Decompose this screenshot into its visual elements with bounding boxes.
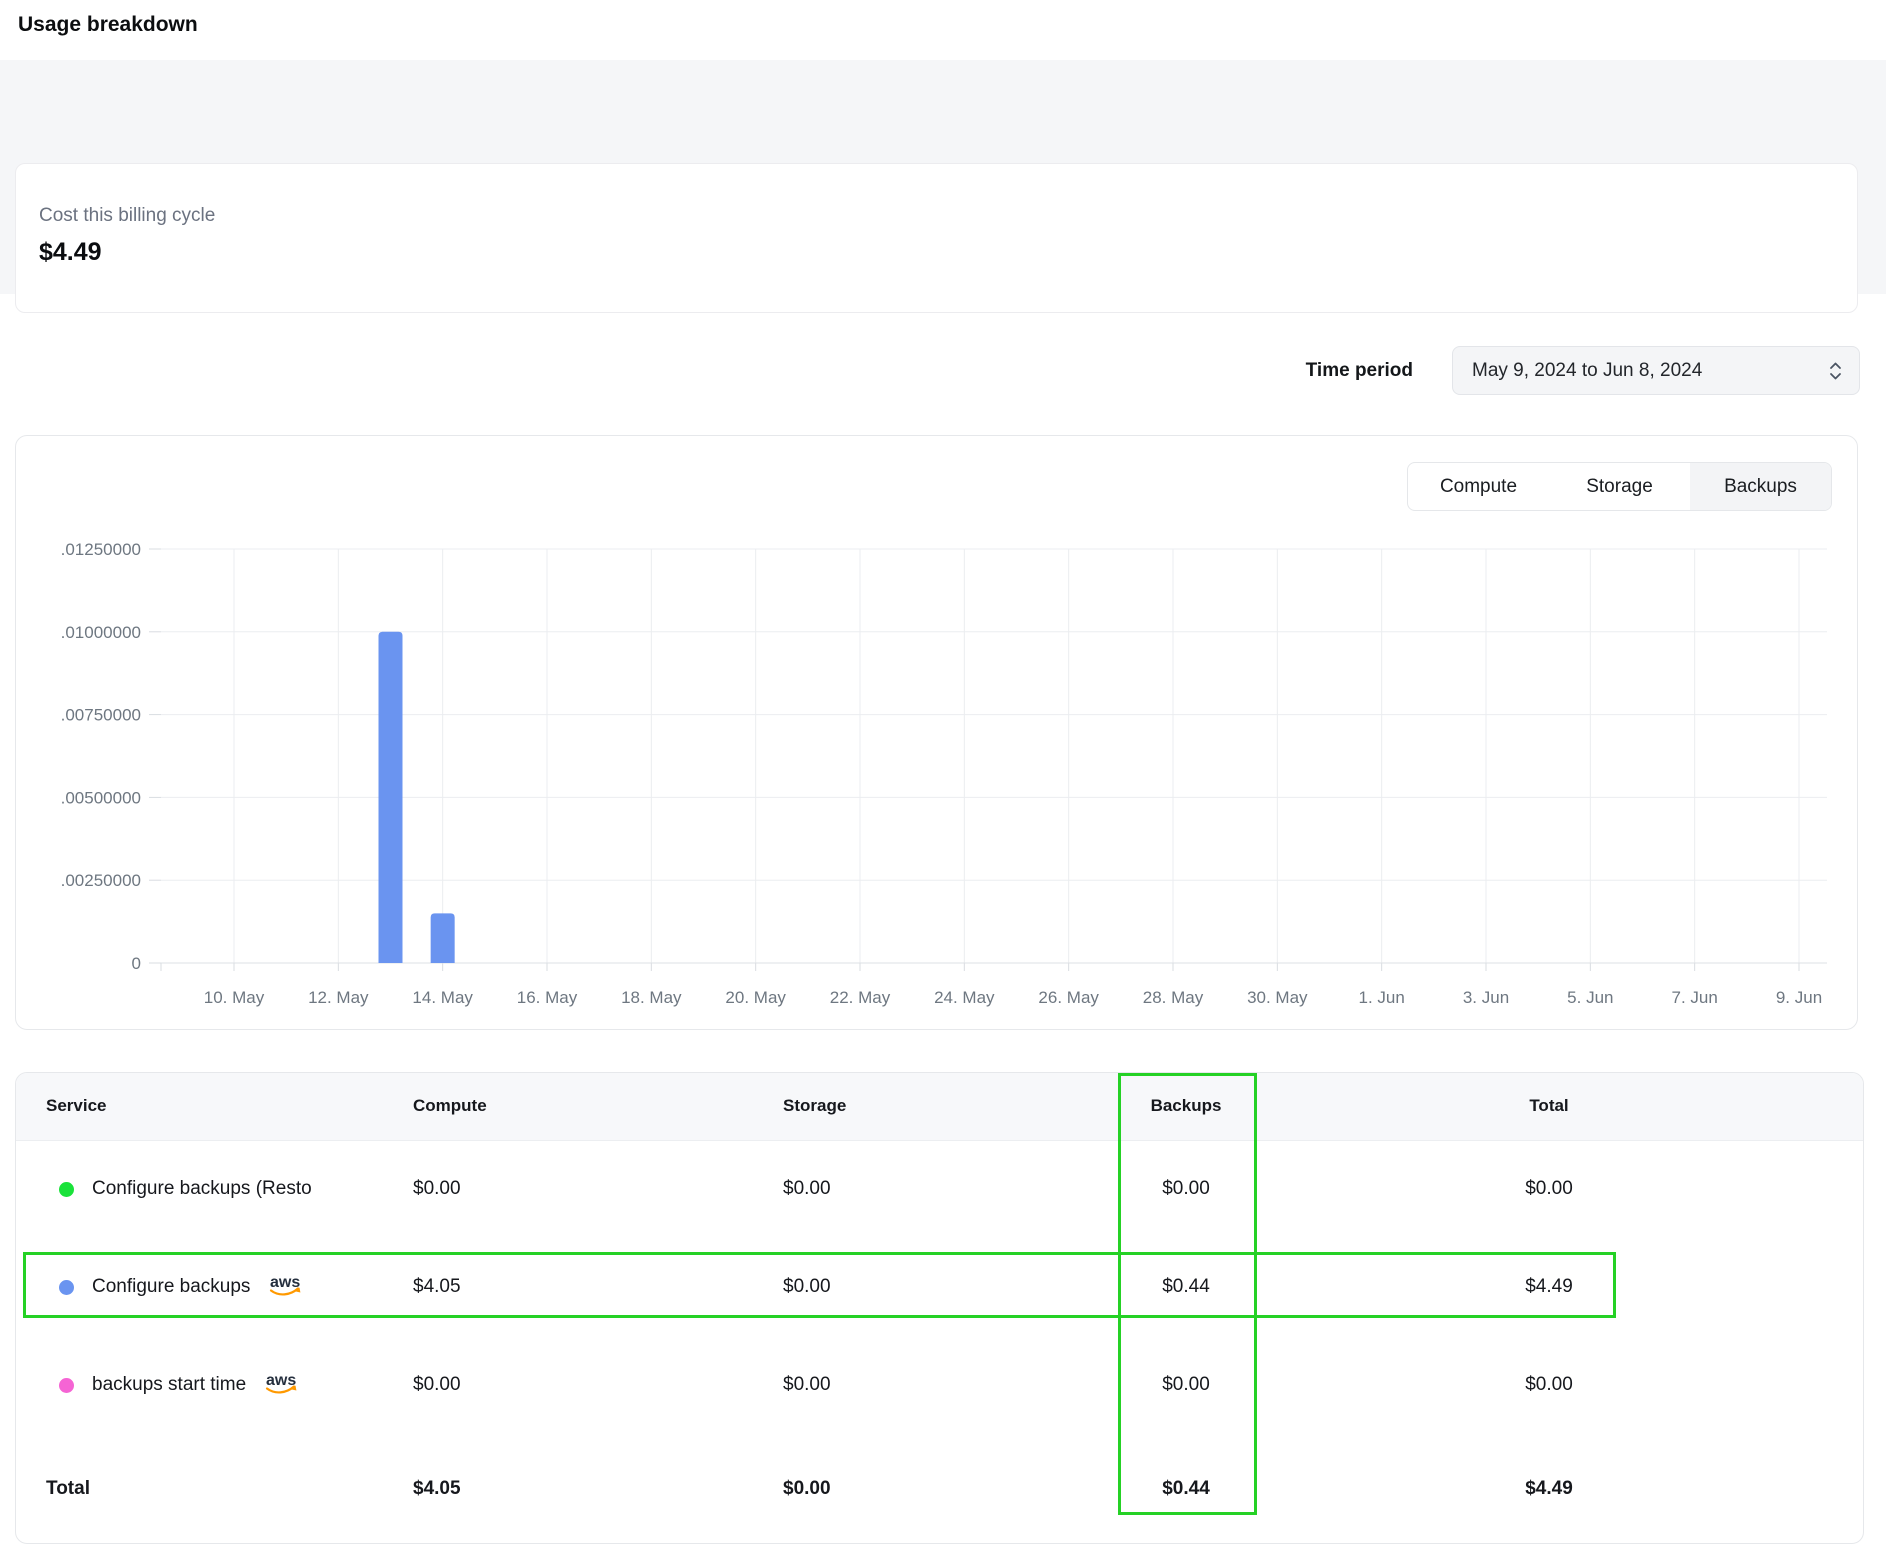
cost-card-amount: $4.49	[39, 238, 1857, 267]
service-dot	[59, 1182, 74, 1197]
col-header-service: Service	[16, 1073, 413, 1140]
svg-text:16. May: 16. May	[517, 988, 578, 1007]
cell-compute: $0.00	[413, 1336, 783, 1434]
col-header-storage: Storage	[783, 1073, 1026, 1140]
col-header-backups: Backups	[1026, 1073, 1346, 1140]
svg-text:.00500000: .00500000	[61, 788, 141, 807]
cell-total: $4.49	[1346, 1238, 1752, 1336]
svg-text:3. Jun: 3. Jun	[1463, 988, 1509, 1007]
service-name: Configure backups	[92, 1276, 250, 1298]
svg-text:20. May: 20. May	[725, 988, 786, 1007]
page-title: Usage breakdown	[18, 13, 198, 37]
usage-table-card: Service Compute Storage Backups Total Co…	[15, 1072, 1864, 1544]
svg-text:1. Jun: 1. Jun	[1359, 988, 1405, 1007]
tab-storage[interactable]: Storage	[1549, 463, 1690, 510]
cell-backups: $0.00	[1026, 1336, 1346, 1434]
col-header-compute: Compute	[413, 1073, 783, 1140]
usage-chart-card: Compute Storage Backups .01250000 .010000…	[15, 435, 1858, 1030]
table-header-row: Service Compute Storage Backups Total	[16, 1073, 1864, 1140]
svg-text:22. May: 22. May	[830, 988, 891, 1007]
chart-metric-tabs: Compute Storage Backups	[1407, 462, 1832, 511]
service-dot	[59, 1280, 74, 1295]
svg-text:26. May: 26. May	[1038, 988, 1099, 1007]
cost-card-label: Cost this billing cycle	[39, 205, 1857, 227]
cell-compute: $4.05	[413, 1238, 783, 1336]
svg-text:5. Jun: 5. Jun	[1567, 988, 1613, 1007]
usage-table: Service Compute Storage Backups Total Co…	[16, 1073, 1864, 1544]
svg-text:28. May: 28. May	[1143, 988, 1204, 1007]
total-storage: $0.00	[783, 1434, 1026, 1544]
svg-text:aws: aws	[270, 1274, 300, 1291]
usage-chart: .01250000 .01000000 .00750000 .00500000 .002…	[16, 436, 1859, 1031]
service-dot	[59, 1378, 74, 1393]
cell-total: $0.00	[1346, 1336, 1752, 1434]
svg-text:.01250000: .01250000	[61, 540, 141, 559]
cell-compute: $0.00	[413, 1140, 783, 1238]
time-period-value: May 9, 2024 to Jun 8, 2024	[1472, 360, 1702, 382]
cell-storage: $0.00	[783, 1336, 1026, 1434]
svg-text:14. May: 14. May	[412, 988, 473, 1007]
table-row: Configure backups (Resto $0.00 $0.00 $0.…	[16, 1140, 1864, 1238]
svg-text:18. May: 18. May	[621, 988, 682, 1007]
svg-text:.01000000: .01000000	[61, 623, 141, 642]
svg-text:12. May: 12. May	[308, 988, 369, 1007]
total-compute: $4.05	[413, 1434, 783, 1544]
col-header-total: Total	[1346, 1073, 1752, 1140]
time-period-select[interactable]: May 9, 2024 to Jun 8, 2024	[1452, 346, 1860, 395]
svg-text:9. Jun: 9. Jun	[1776, 988, 1822, 1007]
billing-summary-strip: Cost this billing cycle $4.49	[0, 60, 1886, 294]
total-backups: $0.44	[1026, 1434, 1346, 1544]
svg-text:.00250000: .00250000	[61, 871, 141, 890]
svg-text:10. May: 10. May	[204, 988, 265, 1007]
tab-compute[interactable]: Compute	[1408, 463, 1549, 510]
svg-text:30. May: 30. May	[1247, 988, 1308, 1007]
aws-logo-icon: aws	[266, 1273, 304, 1303]
tab-backups[interactable]: Backups	[1690, 463, 1831, 510]
svg-text:aws: aws	[266, 1372, 296, 1389]
cell-storage: $0.00	[783, 1238, 1026, 1336]
table-row: Configure backups aws $4.05 $0.00 $0.44 …	[16, 1238, 1864, 1336]
svg-text:24. May: 24. May	[934, 988, 995, 1007]
cell-total: $0.00	[1346, 1140, 1752, 1238]
total-row-label: Total	[16, 1434, 413, 1544]
svg-text:0: 0	[132, 954, 141, 973]
service-name: backups start time	[92, 1374, 246, 1396]
svg-text:7. Jun: 7. Jun	[1672, 988, 1718, 1007]
service-name: Configure backups (Resto	[92, 1178, 312, 1200]
table-total-row: Total $4.05 $0.00 $0.44 $4.49	[16, 1434, 1864, 1544]
time-period-label: Time period	[1180, 346, 1413, 395]
cell-backups: $0.00	[1026, 1140, 1346, 1238]
aws-logo-icon: aws	[262, 1371, 300, 1401]
cell-backups: $0.44	[1026, 1238, 1346, 1336]
cost-card: Cost this billing cycle $4.49	[15, 163, 1858, 313]
svg-text:.00750000: .00750000	[61, 706, 141, 725]
cell-storage: $0.00	[783, 1140, 1026, 1238]
selector-chevrons-icon	[1828, 359, 1843, 383]
total-total: $4.49	[1346, 1434, 1752, 1544]
table-row: backups start time aws $0.00 $0.00 $0.00…	[16, 1336, 1864, 1434]
